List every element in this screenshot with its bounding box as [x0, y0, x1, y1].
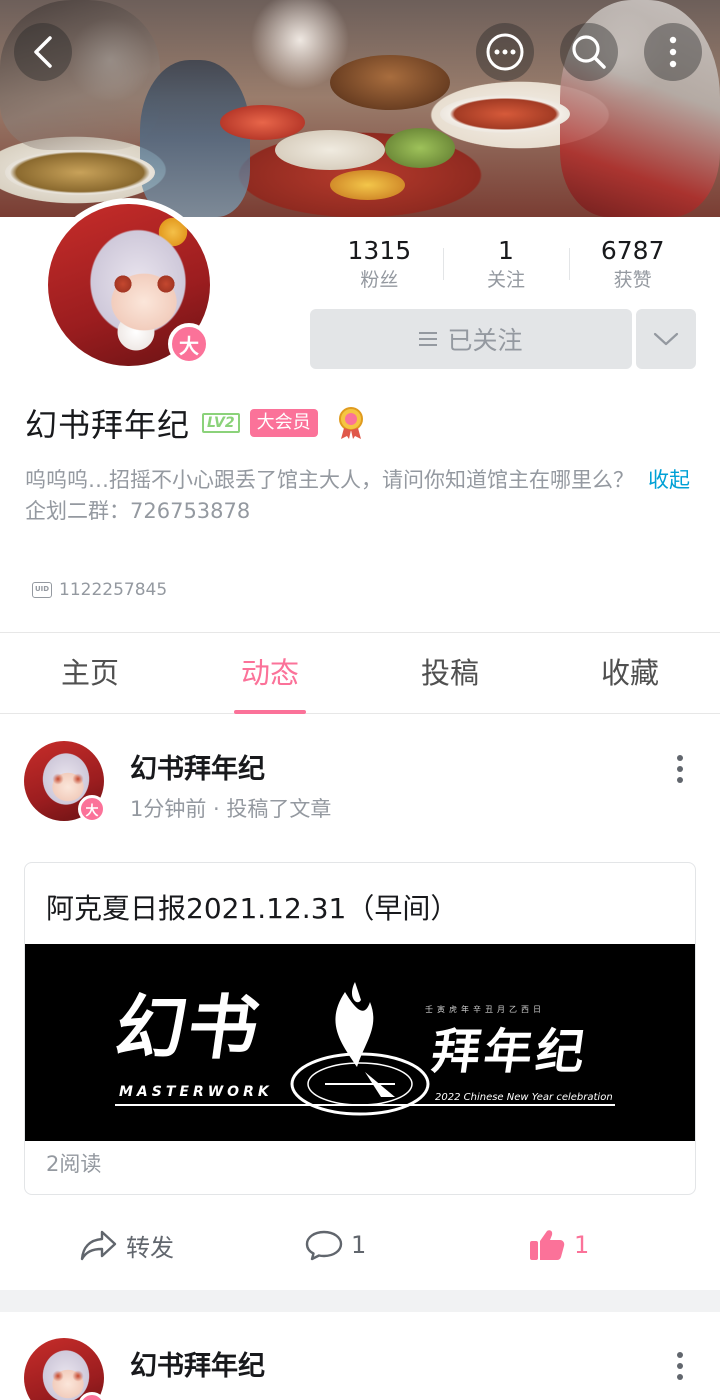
tab-submissions[interactable]: 投稿	[360, 633, 540, 713]
followed-label: 已关注	[447, 326, 523, 355]
like-button[interactable]: 1	[528, 1220, 589, 1270]
vip-badge-icon: 大	[78, 795, 106, 823]
profile-tabs: 主页 动态 投稿 收藏	[0, 632, 720, 714]
article-cover-image: 幻书 壬寅虎年辛丑月乙西日 拜年纪 MASTERWORK 2022 Chines…	[25, 944, 695, 1141]
back-button[interactable]	[14, 23, 72, 81]
level-badge: LV2	[202, 413, 240, 433]
feed-post: 大 幻书拜年纪	[0, 1312, 720, 1400]
username: 幻书拜年纪	[25, 406, 191, 444]
stat-value: 1	[498, 236, 514, 265]
search-icon	[572, 35, 606, 69]
profile-banner-image	[0, 0, 720, 217]
share-arrow-icon	[80, 1230, 117, 1261]
search-button[interactable]	[560, 23, 618, 81]
comment-bubble-icon	[305, 1230, 343, 1261]
bio-line: 呜呜呜…招摇不小心跟丢了馆主大人，请问你知道馆主在哪里么？	[25, 468, 634, 492]
tab-home[interactable]: 主页	[0, 633, 180, 713]
tab-dynamic[interactable]: 动态	[180, 633, 360, 714]
article-read-count: 2阅读	[46, 1152, 102, 1176]
follow-options-button[interactable]	[636, 309, 696, 369]
share-button[interactable]: 转发	[80, 1220, 174, 1270]
stat-label: 关注	[487, 269, 526, 291]
post-meta: 1分钟前 · 投稿了文章	[130, 797, 332, 821]
comment-button[interactable]: 1	[305, 1220, 366, 1270]
comment-count: 1	[351, 1231, 367, 1259]
vertical-dots-icon	[669, 36, 677, 68]
post-author[interactable]: 幻书拜年纪	[130, 1344, 265, 1383]
cover-title-left: 幻书	[110, 986, 267, 1069]
collapse-link[interactable]: 收起	[648, 465, 690, 496]
chevron-down-icon	[653, 332, 679, 346]
post-author[interactable]: 幻书拜年纪	[130, 747, 265, 786]
chevron-left-icon	[34, 36, 52, 68]
post-more-icon[interactable]	[666, 751, 694, 787]
article-card[interactable]: 阿克夏日报2021.12.31（早间） 幻书 壬寅虎年辛丑月乙西日 拜年纪 MA…	[24, 862, 696, 1195]
bio-line: 企划二群：726753878	[25, 499, 251, 523]
article-title: 阿克夏日报2021.12.31（早间）	[46, 892, 459, 925]
stat-value: 6787	[600, 236, 665, 265]
menu-lines-icon	[419, 328, 438, 350]
followed-button[interactable]: 已关注	[310, 309, 632, 369]
like-count: 1	[574, 1231, 590, 1259]
cover-title-right: 拜年纪	[428, 1024, 593, 1080]
post-avatar[interactable]: 大	[24, 741, 106, 823]
stat-fans[interactable]: 1315 粉丝	[316, 236, 443, 296]
vip-badge-icon: 大	[168, 323, 210, 365]
uid-row[interactable]: UID 1122257845	[32, 580, 167, 600]
avatar-image	[24, 1338, 104, 1400]
medal-icon[interactable]	[336, 406, 366, 440]
profile-bio: 呜呜呜…招摇不小心跟丢了馆主大人，请问你知道馆主在哪里么？ 企划二群：72675…	[25, 465, 635, 527]
chat-bubble-dots-icon	[486, 33, 524, 71]
profile-avatar[interactable]: 大	[42, 198, 216, 372]
stat-likes[interactable]: 6787 获赞	[569, 236, 696, 296]
stat-value: 1315	[347, 236, 412, 265]
message-button[interactable]	[476, 23, 534, 81]
stat-following[interactable]: 1 关注	[442, 236, 570, 296]
compass-emblem-icon	[290, 982, 430, 1116]
profile-stats: 1315 粉丝 1 关注 6787 获赞	[316, 236, 696, 296]
stat-label: 获赞	[613, 269, 652, 291]
uid-value: 1122257845	[59, 580, 168, 600]
stat-label: 粉丝	[360, 269, 399, 291]
tab-favorites[interactable]: 收藏	[540, 633, 720, 713]
feed-post: 大 幻书拜年纪 1分钟前 · 投稿了文章 阿克夏日报2021.12.31（早间）…	[0, 715, 720, 1290]
cover-en-text: MASTERWORK	[119, 1084, 273, 1100]
uid-icon: UID	[32, 582, 52, 598]
post-actions: 转发 1 1	[0, 1220, 720, 1270]
more-options-button[interactable]	[644, 23, 702, 81]
feed-separator	[0, 1290, 720, 1312]
cover-sub-text: 2022 Chinese New Year celebration	[435, 1092, 613, 1103]
profile-name-row: 幻书拜年纪 LV2 大会员	[25, 400, 366, 446]
post-avatar[interactable]: 大	[24, 1338, 106, 1400]
thumbs-up-icon	[530, 1230, 565, 1260]
post-more-icon[interactable]	[666, 1348, 694, 1384]
share-label: 转发	[126, 1233, 174, 1262]
member-badge[interactable]: 大会员	[249, 409, 318, 437]
